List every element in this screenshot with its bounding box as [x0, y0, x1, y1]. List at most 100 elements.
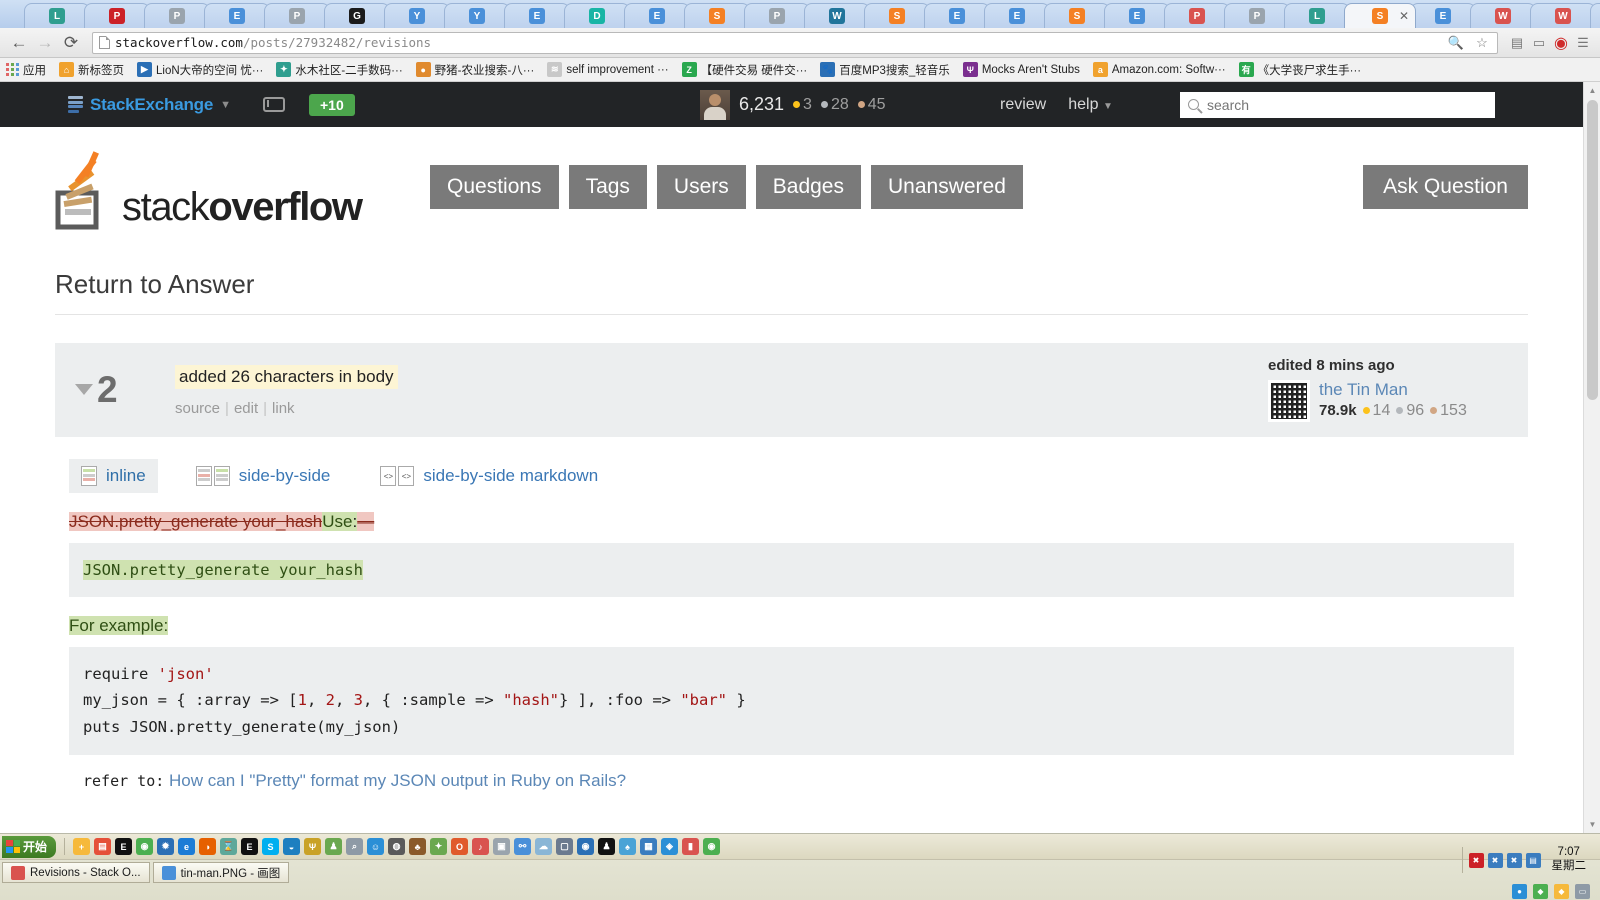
avatar[interactable] [700, 90, 730, 120]
revision-source-link[interactable]: source [175, 400, 220, 417]
tab-inline[interactable]: inline [69, 459, 158, 493]
revision-link-link[interactable]: link [272, 400, 295, 417]
revision-user-name[interactable]: the Tin Man [1319, 380, 1467, 400]
chevron-down-icon[interactable]: ▼ [220, 99, 231, 111]
browser-tab[interactable]: D [564, 3, 630, 28]
browser-tab[interactable]: P [1164, 3, 1230, 28]
browser-tab[interactable]: P [144, 3, 210, 28]
avast-extension-icon[interactable]: ◉ [1552, 34, 1570, 52]
browser-tab[interactable]: E [1410, 3, 1476, 28]
address-bar[interactable]: stackoverflow.com/posts/27932482/revisio… [92, 32, 1498, 54]
browser-tab[interactable]: E [204, 3, 270, 28]
yellow-icon[interactable]: ◆ [1554, 884, 1569, 899]
ask-question-button[interactable]: Ask Question [1363, 165, 1528, 209]
browser-tab[interactable]: L [1284, 3, 1350, 28]
omnibox-search-icon[interactable]: 🔍 [1447, 34, 1465, 52]
penguin-icon[interactable]: ♟ [598, 838, 615, 855]
calc-icon[interactable]: ▦ [640, 838, 657, 855]
browser-tab[interactable]: S [684, 3, 750, 28]
shield-icon[interactable]: ✖ [1469, 853, 1484, 868]
chrome-icon[interactable]: ◉ [136, 838, 153, 855]
collapse-caret-icon[interactable] [75, 384, 93, 395]
browser-tab[interactable]: E [924, 3, 990, 28]
terminal-icon[interactable]: E [115, 838, 132, 855]
browser-tab[interactable]: G [324, 3, 390, 28]
nav-item-users[interactable]: Users [657, 165, 746, 209]
bookmark-item[interactable]: ≋self improvement ··· [547, 62, 668, 77]
bookmark-item[interactable]: ▶LioN大帝的空间 忧··· [137, 62, 263, 78]
messenger-icon[interactable]: ☺ [367, 838, 384, 855]
blue-app-icon[interactable]: ◈ [661, 838, 678, 855]
reload-icon[interactable]: ⟳ [60, 32, 82, 54]
search-files-icon[interactable]: ⌕ [346, 838, 363, 855]
gray-app-icon[interactable]: ▣ [493, 838, 510, 855]
network-error-2-icon[interactable]: ✖ [1507, 853, 1522, 868]
music-icon[interactable]: ♪ [472, 838, 489, 855]
cast-icon[interactable]: ▭ [1530, 34, 1548, 52]
reputation-change-badge[interactable]: +10 [309, 94, 355, 116]
browser-tab[interactable]: E [504, 3, 570, 28]
browser-tab[interactable]: S [1044, 3, 1110, 28]
scrollbar-thumb[interactable] [1587, 100, 1598, 400]
green-icon[interactable]: ◆ [1533, 884, 1548, 899]
bookmark-item[interactable]: ●野猪-农业搜索-八··· [416, 62, 535, 78]
opera-icon[interactable]: O [451, 838, 468, 855]
scroll-down-icon[interactable]: ▼ [1584, 816, 1600, 833]
coin-icon[interactable]: Ψ [304, 838, 321, 855]
forward-icon[interactable]: → [34, 32, 56, 54]
bookmark-item[interactable]: ΨMocks Aren't Stubs [963, 62, 1080, 77]
monitor-icon[interactable]: ▢ [556, 838, 573, 855]
browser-tab[interactable]: P [264, 3, 330, 28]
user-avatar-qr[interactable] [1268, 380, 1310, 422]
close-tab-icon[interactable]: ✕ [1399, 10, 1409, 22]
nav-item-tags[interactable]: Tags [569, 165, 647, 209]
earth-icon[interactable]: ◉ [577, 838, 594, 855]
nav-item-unanswered[interactable]: Unanswered [871, 165, 1023, 209]
skype2-icon[interactable]: ◒ [283, 838, 300, 855]
screen-icon[interactable]: ▭ [1575, 884, 1590, 899]
ant-icon[interactable]: ♣ [409, 838, 426, 855]
start-button[interactable]: 开始 [2, 836, 56, 858]
scanner-icon[interactable]: ⌛ [220, 838, 237, 855]
add-icon[interactable]: + [73, 838, 90, 855]
search-input[interactable] [1205, 96, 1487, 114]
browser-tab[interactable]: E [1590, 3, 1600, 28]
bookmark-item[interactable]: 🐾百度MP3搜索_轻音乐 [820, 62, 950, 78]
taskbar-window-button[interactable]: Revisions - Stack O... [2, 862, 150, 883]
inbox-icon[interactable] [263, 97, 285, 112]
tab-side-by-side-markdown[interactable]: <> <> side-by-side markdown [368, 459, 610, 493]
browser-tab[interactable]: E [1104, 3, 1170, 28]
browser-tab[interactable]: S✕ [1344, 3, 1416, 28]
taskbar-clock[interactable]: 7:07 星期二 [1552, 846, 1587, 874]
network-icon[interactable]: ▤ [1526, 853, 1541, 868]
page-info-icon[interactable] [99, 36, 110, 49]
site-search[interactable] [1180, 92, 1495, 118]
qq-icon[interactable]: ● [1512, 884, 1527, 899]
nav-item-questions[interactable]: Questions [430, 165, 559, 209]
apps-shortcut-icon[interactable]: ▤ [1508, 34, 1526, 52]
browser-tab[interactable]: S [864, 3, 930, 28]
water-icon[interactable]: ♠ [619, 838, 636, 855]
chrome-menu-icon[interactable]: ☰ [1574, 34, 1592, 52]
red-app-icon[interactable]: ▮ [682, 838, 699, 855]
bookmark-apps[interactable]: 应用 [6, 62, 46, 78]
page-title[interactable]: Return to Answer [55, 247, 1528, 315]
scroll-up-icon[interactable]: ▲ [1584, 82, 1600, 99]
refer-to-link[interactable]: How can I "Pretty" format my JSON output… [169, 771, 626, 790]
film-icon[interactable]: ◍ [388, 838, 405, 855]
review-link[interactable]: review [1000, 96, 1046, 114]
stackoverflow-logo[interactable]: stackoverflow [55, 145, 430, 230]
bookmark-item[interactable]: aAmazon.com: Softw··· [1093, 62, 1226, 77]
browser-tab[interactable]: W [804, 3, 870, 28]
bookmark-item[interactable]: Z【硬件交易 硬件交··· [682, 62, 808, 78]
network-error-icon[interactable]: ✖ [1488, 853, 1503, 868]
revision-edit-link[interactable]: edit [234, 400, 258, 417]
people-icon[interactable]: ♟ [325, 838, 342, 855]
back-icon[interactable]: ← [8, 32, 30, 54]
page-scrollbar[interactable]: ▲ ▼ [1583, 82, 1600, 833]
globe-icon[interactable]: ✹ [157, 838, 174, 855]
bookmark-item[interactable]: ✦水木社区-二手数码··· [276, 62, 402, 78]
taskbar-window-button[interactable]: tin-man.PNG - 画图 [153, 862, 290, 883]
chrome2-icon[interactable]: ◉ [703, 838, 720, 855]
link-icon[interactable]: ⚯ [514, 838, 531, 855]
